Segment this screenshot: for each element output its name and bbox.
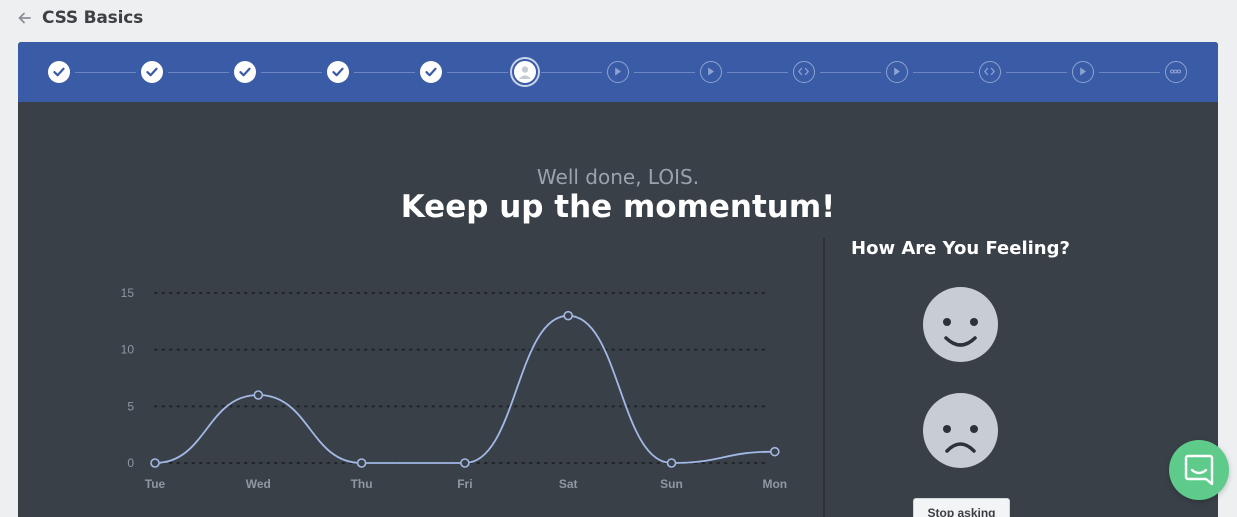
step-connector (1099, 72, 1161, 73)
progress-step-11[interactable] (979, 61, 1001, 83)
data-point-thu[interactable] (356, 458, 367, 468)
progress-step-7[interactable] (606, 61, 629, 83)
data-point-fri[interactable] (460, 458, 470, 468)
lesson-card: Well done, LOIS. Keep up the momentum! 0… (18, 42, 1218, 517)
progress-step-3[interactable] (234, 61, 257, 83)
code-icon (980, 62, 999, 81)
x-tick-label: Thu (351, 477, 373, 491)
progress-step-2[interactable] (141, 61, 164, 83)
greeting-title: Keep up the momentum! (400, 189, 836, 225)
top-bar: CSS Basics (0, 0, 1237, 40)
progress-step-13[interactable] (1165, 61, 1188, 83)
data-point-mon[interactable] (769, 446, 780, 457)
play-icon (887, 62, 906, 81)
chat-launcher-button[interactable] (1169, 440, 1229, 500)
greeting-subtitle: Well done, LOIS. (536, 165, 700, 189)
step-connector (912, 72, 974, 73)
x-tick-label: Fri (457, 477, 472, 491)
series-line (154, 314, 775, 464)
activity-chart: 0 5 10 15 Tue Wed Thu Fri Sat Sun Mon (121, 286, 787, 491)
x-tick-label: Wed (246, 477, 271, 491)
vertical-divider (823, 238, 825, 517)
x-tick-label: Sat (559, 477, 578, 491)
progress-step-12[interactable] (1072, 61, 1095, 83)
step-connector (819, 72, 881, 73)
y-tick-label: 15 (121, 286, 135, 300)
step-connector (540, 72, 602, 73)
step-connector (726, 72, 788, 73)
user-icon (516, 63, 534, 81)
data-point-tue[interactable] (150, 458, 160, 468)
progress-step-10[interactable] (885, 61, 908, 83)
back-arrow-icon[interactable] (16, 9, 34, 27)
lesson-progress-bar (18, 42, 1218, 102)
progress-step-8[interactable] (699, 61, 722, 83)
data-point-sun[interactable] (666, 458, 677, 468)
data-point-wed[interactable] (253, 390, 264, 400)
step-connector (75, 72, 137, 73)
progress-step-1[interactable] (48, 61, 70, 83)
x-tick-label: Tue (145, 477, 166, 491)
step-connector (168, 72, 230, 73)
course-title[interactable]: CSS Basics (42, 8, 143, 28)
step-connector (354, 72, 416, 73)
sad-face-icon[interactable] (923, 393, 998, 468)
progress-step-5[interactable] (420, 61, 443, 83)
x-tick-label: Mon (762, 477, 787, 491)
happy-face-icon[interactable] (923, 287, 998, 362)
more-icon (1166, 62, 1185, 81)
code-icon (794, 62, 813, 81)
step-connector (633, 72, 695, 73)
step-connector (1006, 72, 1068, 73)
x-tick-label: Sun (660, 477, 683, 491)
play-icon (701, 62, 720, 81)
play-icon (1073, 62, 1092, 81)
y-tick-label: 0 (127, 456, 134, 470)
progress-step-9[interactable] (792, 61, 815, 83)
step-connector (261, 72, 323, 73)
data-point-sat[interactable] (563, 310, 574, 321)
step-connector (447, 72, 509, 73)
progress-step-6[interactable] (511, 59, 538, 85)
play-icon (608, 62, 627, 81)
stop-asking-button[interactable]: Stop asking (913, 498, 1010, 517)
y-tick-label: 10 (121, 343, 135, 357)
feeling-title: How Are You Feeling? (851, 238, 1070, 259)
y-tick-label: 5 (127, 399, 134, 413)
progress-step-4[interactable] (327, 61, 350, 83)
